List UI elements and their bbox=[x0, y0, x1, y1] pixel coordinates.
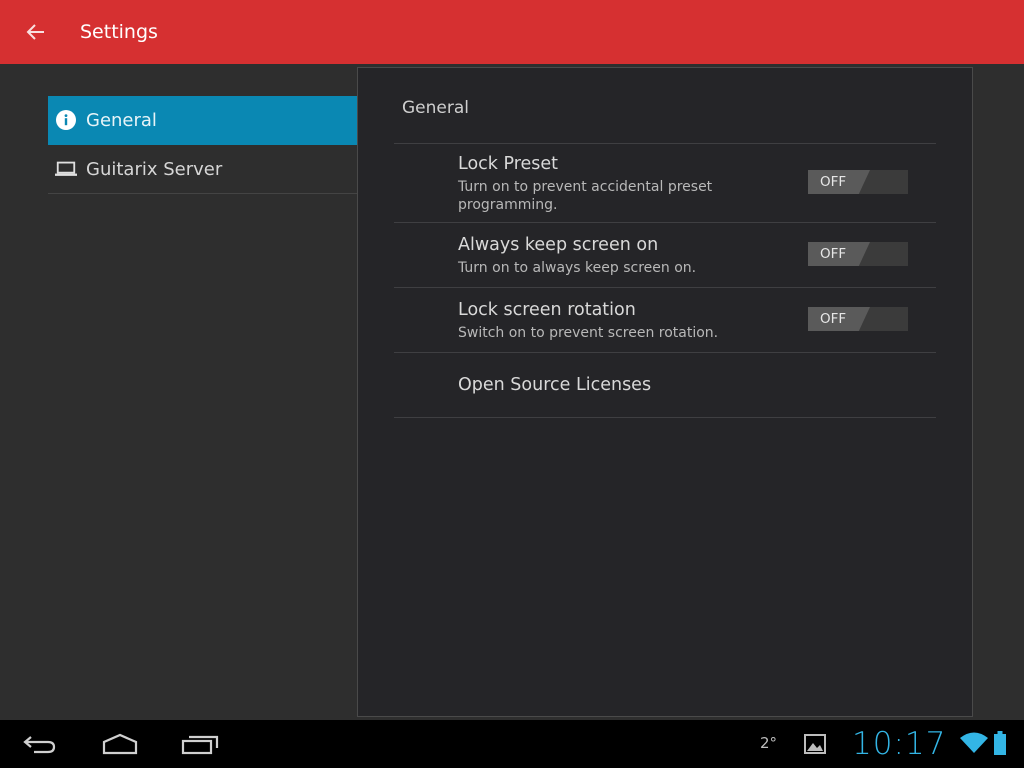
battery-icon bbox=[994, 731, 1006, 759]
pref-summary: Turn on to always keep screen on. bbox=[458, 260, 697, 276]
home-nav-icon bbox=[102, 733, 138, 755]
nav-back-button[interactable] bbox=[16, 728, 64, 760]
temperature-notification: 2° bbox=[760, 734, 778, 752]
recents-nav-icon bbox=[181, 735, 219, 755]
category-title: General bbox=[402, 98, 469, 118]
pref-title: Open Source Licenses bbox=[458, 375, 652, 395]
settings-header-list: General Guitarix Server bbox=[48, 96, 357, 194]
pref-title: Always keep screen on bbox=[458, 235, 659, 255]
wifi-icon bbox=[960, 732, 988, 758]
app-bar: Settings bbox=[0, 0, 1024, 64]
header-label: Guitarix Server bbox=[86, 158, 223, 180]
image-notification-icon bbox=[804, 734, 826, 758]
toggle-state: OFF bbox=[820, 246, 847, 262]
pref-lock-preset[interactable]: Lock Preset Turn on to prevent accidenta… bbox=[394, 144, 936, 222]
lock-rotation-toggle[interactable]: OFF bbox=[808, 307, 908, 331]
nav-home-button[interactable] bbox=[96, 728, 144, 760]
info-icon bbox=[55, 109, 77, 131]
nav-recents-button[interactable] bbox=[176, 728, 224, 760]
header-item-general[interactable]: General bbox=[48, 96, 357, 145]
keep-screen-on-toggle[interactable]: OFF bbox=[808, 242, 908, 266]
arrow-left-icon bbox=[26, 24, 44, 40]
pref-title: Lock screen rotation bbox=[458, 300, 636, 320]
back-nav-icon bbox=[23, 736, 56, 754]
lock-preset-toggle[interactable]: OFF bbox=[808, 170, 908, 194]
laptop-icon bbox=[55, 158, 77, 180]
header-item-guitarix-server[interactable]: Guitarix Server bbox=[48, 145, 357, 194]
settings-detail-panel: General Lock Preset Turn on to prevent a… bbox=[357, 67, 973, 717]
pref-summary: Turn on to prevent accidental preset pro… bbox=[458, 179, 713, 213]
divider bbox=[394, 417, 936, 418]
pref-summary: Switch on to prevent screen rotation. bbox=[458, 325, 719, 341]
pref-lock-screen-rotation[interactable]: Lock screen rotation Switch on to preven… bbox=[394, 288, 936, 352]
toggle-state: OFF bbox=[820, 311, 847, 327]
header-label: General bbox=[86, 109, 157, 131]
pref-keep-screen-on[interactable]: Always keep screen on Turn on to always … bbox=[394, 223, 936, 287]
pref-title: Lock Preset bbox=[458, 154, 559, 174]
back-button[interactable] bbox=[18, 14, 54, 50]
pref-open-source-licenses[interactable]: Open Source Licenses bbox=[394, 353, 936, 417]
clock: 10:17 bbox=[852, 726, 947, 762]
system-navigation-bar: 2° 10:17 bbox=[0, 720, 1024, 768]
page-title: Settings bbox=[80, 21, 158, 43]
toggle-state: OFF bbox=[820, 174, 847, 190]
